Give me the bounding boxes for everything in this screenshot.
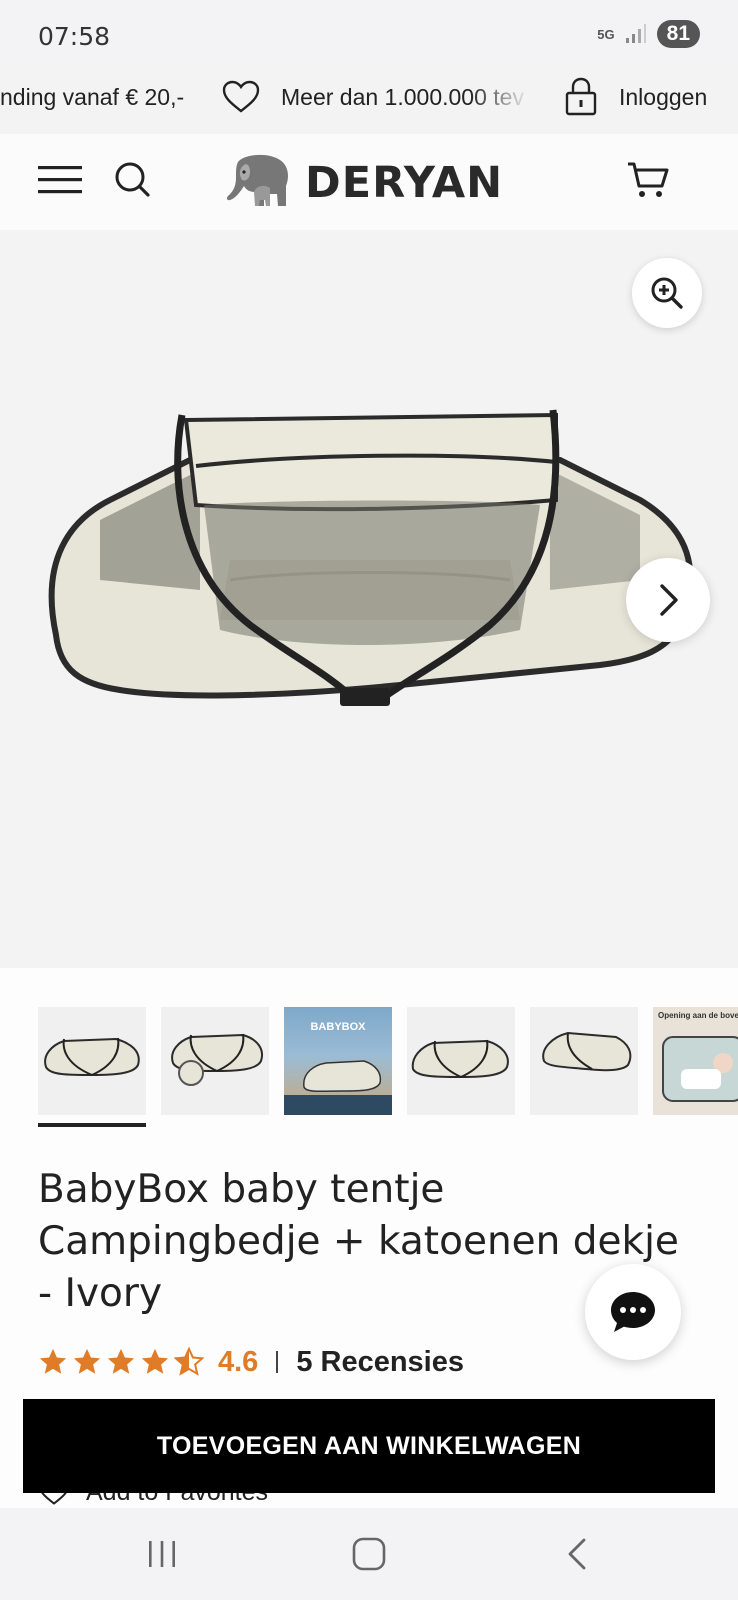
status-indicators: 5G 81: [597, 20, 700, 48]
thumbnail-2[interactable]: [161, 1007, 269, 1115]
battery-indicator: 81: [656, 20, 700, 48]
network-icon: 5G: [597, 28, 614, 41]
back-icon[interactable]: [564, 1537, 590, 1571]
thumbnail-tent-image: [44, 1037, 140, 1077]
thumbnail-strip: BABYBOX Opening aan de bovenkant: [38, 1007, 738, 1129]
thumbnail-1[interactable]: [38, 1007, 146, 1115]
thumbnail-active-indicator: [38, 1123, 146, 1127]
product-gallery[interactable]: [0, 230, 738, 968]
elephant-logo-icon[interactable]: [224, 152, 296, 210]
login-link[interactable]: Inloggen: [619, 84, 707, 111]
add-to-cart-button[interactable]: TOEVOEGEN AAN WINKELWAGEN: [23, 1399, 715, 1493]
menu-icon[interactable]: [38, 164, 82, 196]
rating-value: 4.6: [218, 1345, 259, 1378]
status-bar: 07:58 5G 81: [0, 0, 738, 62]
star-full-icon: [39, 1348, 67, 1374]
system-nav-bar: [0, 1508, 738, 1600]
site-header: DERYAN: [0, 134, 738, 230]
star-full-icon: [141, 1348, 169, 1374]
brand-logo[interactable]: DERYAN: [305, 158, 503, 208]
star-half-icon: [174, 1347, 204, 1376]
thumbnail-4[interactable]: [407, 1007, 515, 1115]
signal-icon: [625, 24, 646, 43]
zoom-in-icon: [651, 277, 683, 309]
next-image-button[interactable]: [626, 558, 710, 642]
rating-stars: [38, 1347, 204, 1377]
zoom-button[interactable]: [632, 258, 702, 328]
star-full-icon: [73, 1348, 101, 1374]
chat-button[interactable]: [585, 1264, 681, 1360]
thumbnail-baby-image: [662, 1036, 738, 1102]
home-icon[interactable]: [352, 1537, 386, 1571]
cart-icon[interactable]: [626, 160, 670, 200]
reviews-link[interactable]: 5 Recensies: [296, 1346, 464, 1379]
chat-icon: [611, 1292, 655, 1332]
network-label: 5G: [597, 26, 615, 42]
promo-shipping: nding vanaf € 20,-: [0, 84, 185, 110]
thumbnail-tent-image: [411, 1039, 509, 1079]
thumbnail-6[interactable]: Opening aan de bovenkant: [653, 1007, 738, 1115]
status-time: 07:58: [38, 22, 111, 51]
heart-icon: [222, 80, 260, 113]
recent-apps-icon[interactable]: [146, 1538, 178, 1570]
chevron-right-icon: [660, 584, 678, 616]
thumbnail-5[interactable]: [530, 1007, 638, 1115]
thumbnail-3[interactable]: BABYBOX: [284, 1007, 392, 1115]
star-full-icon: [107, 1348, 135, 1374]
product-rating[interactable]: 4.6 5 Recensies: [38, 1342, 464, 1382]
lock-icon[interactable]: [564, 76, 598, 116]
promo-bar: nding vanaf € 20,- Meer dan 1.000.000 te…: [0, 62, 738, 134]
thumbnail-banner-image: [284, 1060, 392, 1115]
search-icon[interactable]: [114, 161, 152, 199]
thumbnail-tent-image: [171, 1033, 263, 1086]
thumbnail-tent-image: [542, 1031, 632, 1072]
rating-divider: [276, 1351, 279, 1373]
promo-fade: [470, 62, 530, 134]
